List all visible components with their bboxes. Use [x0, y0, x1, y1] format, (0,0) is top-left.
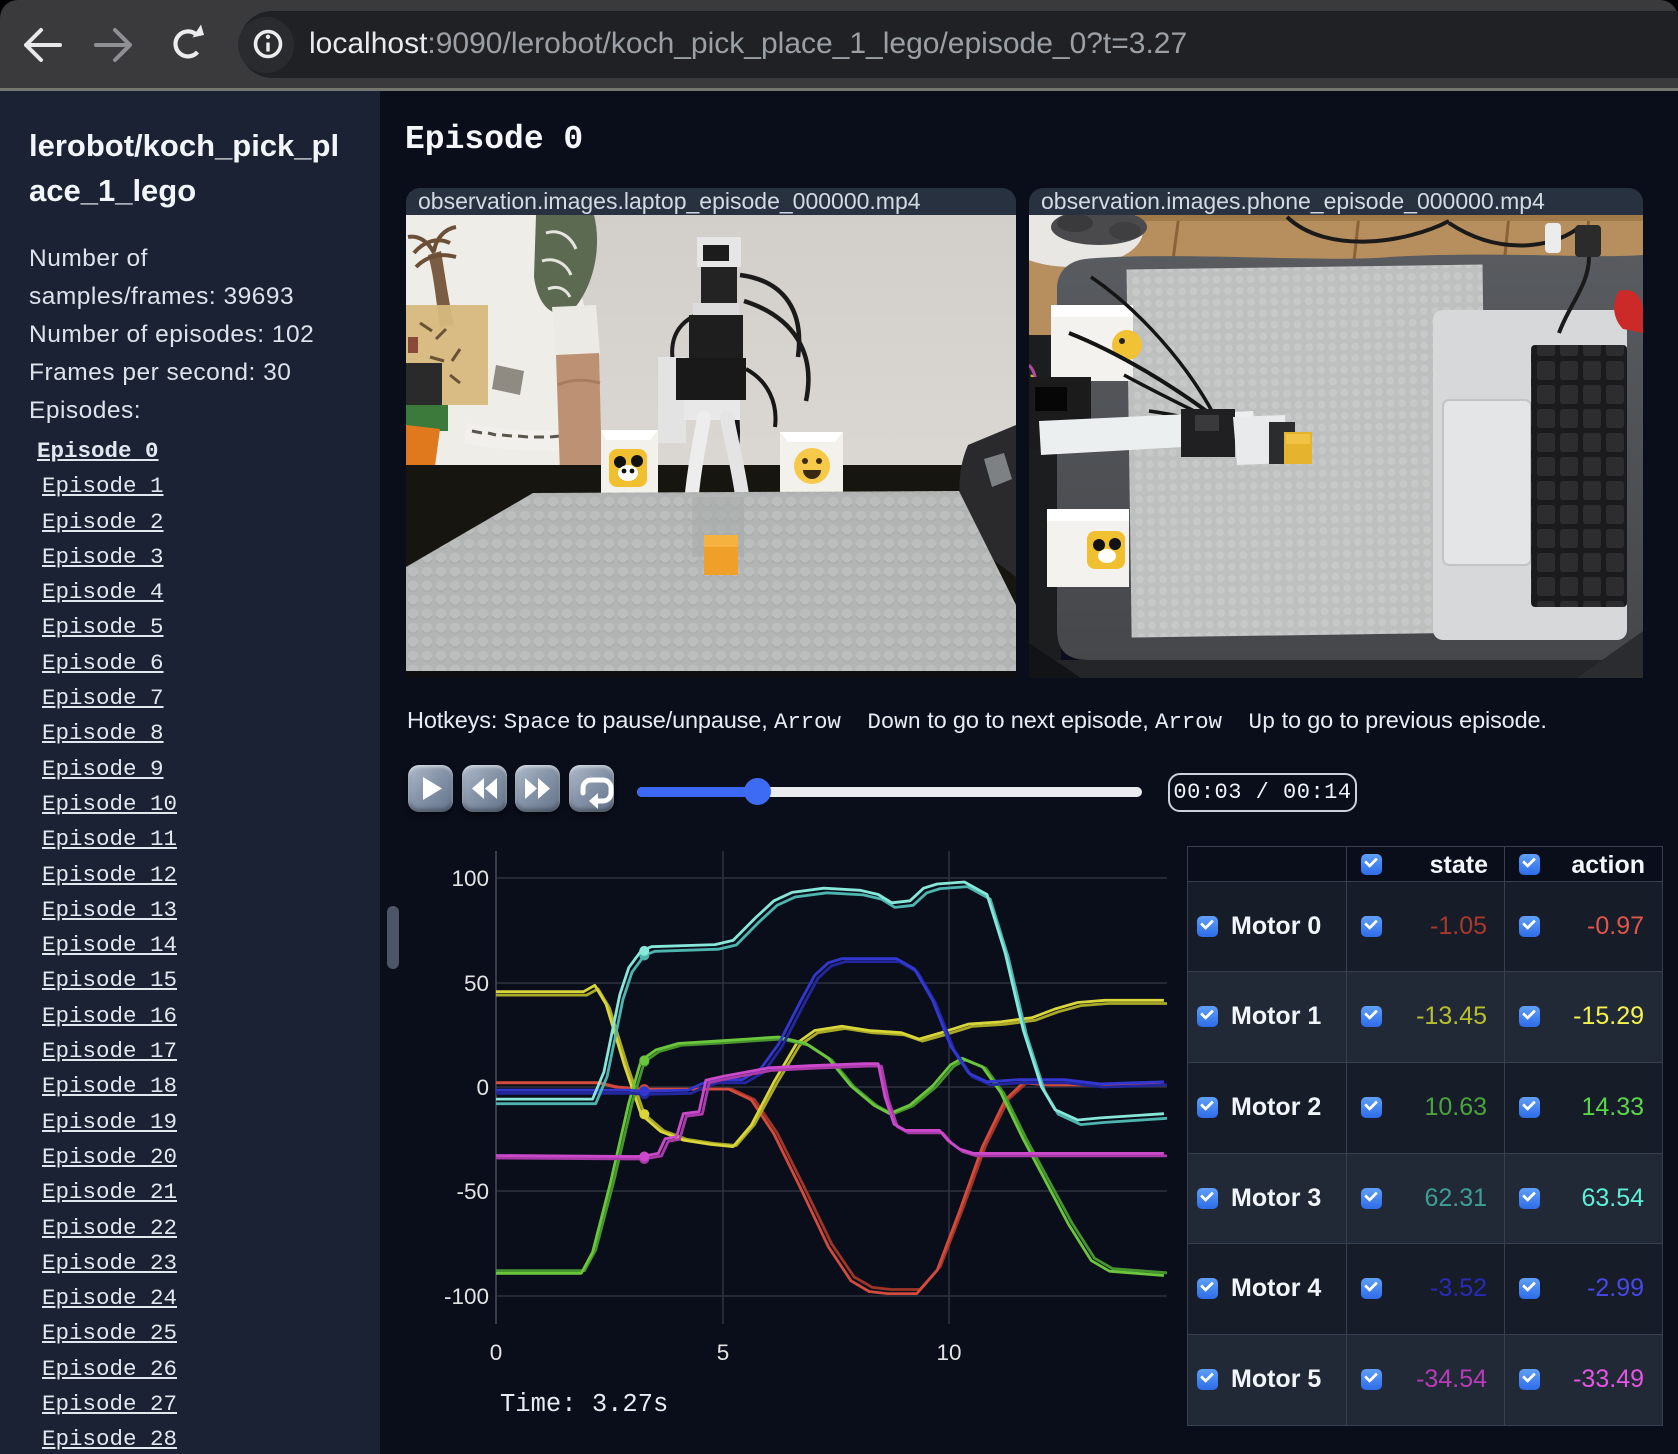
svg-text:5: 5: [717, 1340, 730, 1365]
svg-text:100: 100: [451, 866, 489, 891]
svg-text:10: 10: [936, 1340, 961, 1365]
svg-text:0: 0: [476, 1075, 489, 1100]
svg-text:-100: -100: [444, 1284, 489, 1309]
svg-text:-50: -50: [456, 1179, 489, 1204]
svg-text:50: 50: [464, 971, 489, 996]
svg-text:0: 0: [490, 1340, 503, 1365]
